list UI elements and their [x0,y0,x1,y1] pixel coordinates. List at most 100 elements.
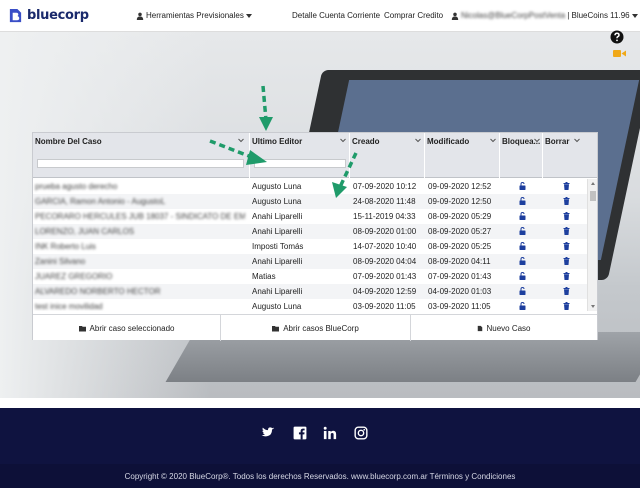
video-icon[interactable] [613,49,626,58]
table-row[interactable]: Zanini Silvano Anahi Liparelli 08-09-2020 … [33,254,587,269]
case-name: ALVAREDO NORBERTO HECTOR [35,287,161,296]
grid-scrollbar[interactable] [587,179,597,311]
open-bluecorp-cases-button[interactable]: Abrir casos BlueCorp [221,315,411,341]
trash-icon[interactable] [563,242,570,250]
case-name: test inice movilidad [35,302,103,311]
brand-name: bluecorp [27,8,89,23]
bluecoins-balance: | BlueCoins 11.96 [567,11,630,20]
table-row[interactable]: INK Roberto Luis Imposti Tomás 14-07-2020 … [33,239,587,254]
created-date: 07-09-2020 01:43 [353,272,417,281]
user-name: Nicolas@BlueCorpPostVenta [461,11,566,20]
unlock-icon[interactable] [519,241,526,250]
table-row[interactable]: JUAREZ GREGORIO Matias 07-09-2020 01:43 07-… [33,269,587,284]
created-date: 07-09-2020 10:12 [353,182,417,191]
col-bloquear[interactable]: Bloquea... [500,133,543,178]
unlock-icon[interactable] [519,301,526,310]
created-date: 14-07-2020 10:40 [353,242,417,251]
last-editor: Imposti Tomás [252,242,304,251]
created-date: 15-11-2019 04:33 [353,212,416,221]
table-row[interactable]: ALVAREDO NORBERTO HECTOR Anahi Liparelli 0… [33,284,587,299]
unlock-icon[interactable] [519,181,526,190]
nav-comprar-credito[interactable]: Comprar Credito [384,11,443,20]
unlock-icon[interactable] [519,286,526,295]
chevron-down-icon[interactable] [489,136,497,144]
copyright-text: Copyright © 2020 BlueCorp®. Todos los de… [124,471,516,481]
table-row[interactable]: GARCIA, Ramon Antonio - AugustoL Augusto … [33,194,587,209]
chevron-down-icon[interactable] [414,136,422,144]
trash-icon[interactable] [563,257,570,265]
scrollbar-thumb[interactable] [590,191,596,201]
social-footer [0,408,640,464]
case-name: Zanini Silvano [35,257,86,266]
nav-detalle-cuenta[interactable]: Detalle Cuenta Corriente [292,11,380,20]
user-icon [136,12,144,20]
caret-down-icon [245,13,252,18]
folder-open-icon [272,325,280,331]
annotation-arrow [332,152,358,198]
created-date: 03-09-2020 11:05 [353,302,416,311]
trash-icon[interactable] [563,212,570,220]
button-label: Abrir caso seleccionado [89,323,175,333]
col-label: Modificado [427,137,470,146]
trash-icon[interactable] [563,302,570,310]
linkedin-icon[interactable] [323,426,337,440]
caret-down-icon [631,13,638,18]
brand-logo-link[interactable]: bluecorp [8,8,89,23]
trash-icon[interactable] [563,272,570,280]
new-case-button[interactable]: Nuevo Caso [411,315,597,341]
case-name: GARCIA, Ramon Antonio - AugustoL [35,197,166,206]
table-row[interactable]: LORENZO, JUAN CARLOS Anahi Liparelli 08-09… [33,224,587,239]
table-row[interactable]: test inice movilidad Augusto Luna 03-09-20… [33,299,587,311]
tools-menu[interactable]: Herramientas Previsionales [136,11,252,20]
chevron-down-icon[interactable] [339,136,347,144]
trash-icon[interactable] [563,227,570,235]
case-name: LORENZO, JUAN CARLOS [35,227,135,236]
modified-date: 08-09-2020 05:27 [428,227,492,236]
case-name: prueba agusto derecho [35,182,118,191]
unlock-icon[interactable] [519,196,526,205]
modified-date: 09-09-2020 12:52 [428,182,492,191]
created-date: 24-08-2020 11:48 [353,197,416,206]
last-editor: Anahi Liparelli [252,287,303,296]
modified-date: 08-09-2020 04:11 [428,257,491,266]
last-editor: Anahi Liparelli [252,257,303,266]
col-label: Nombre Del Caso [35,137,102,146]
twitter-icon[interactable] [261,426,275,440]
modified-date: 09-09-2020 12:50 [428,197,492,206]
user-menu[interactable]: Nicolas@BlueCorpPostVenta | BlueCoins 11… [451,11,638,20]
help-icon[interactable] [610,30,624,44]
unlock-icon[interactable] [519,211,526,220]
copyright-bar: Copyright © 2020 BlueCorp®. Todos los de… [0,464,640,488]
facebook-icon[interactable] [293,426,307,440]
modified-date: 08-09-2020 05:25 [428,242,492,251]
last-editor: Matias [252,272,276,281]
tools-menu-label: Herramientas Previsionales [146,11,244,20]
last-editor: Augusto Luna [252,302,302,311]
open-selected-case-button[interactable]: Abrir caso seleccionado [33,315,221,341]
modified-date: 04-09-2020 01:03 [428,287,492,296]
annotation-arrow [259,85,273,131]
col-creado[interactable]: Creado [350,133,425,178]
trash-icon[interactable] [563,182,570,190]
created-date: 08-09-2020 01:00 [353,227,417,236]
modified-date: 03-09-2020 11:05 [428,302,491,311]
col-modificado[interactable]: Modificado [425,133,500,178]
col-label: Creado [352,137,380,146]
unlock-icon[interactable] [519,256,526,265]
grid-body: prueba agusto derecho Augusto Luna 07-09-2… [33,179,587,311]
case-name: INK Roberto Luis [35,242,96,251]
unlock-icon[interactable] [519,226,526,235]
instagram-icon[interactable] [354,426,368,440]
trash-icon[interactable] [563,287,570,295]
unlock-icon[interactable] [519,271,526,280]
table-row[interactable]: PECORARO HERCULES JUB 18037 - SINDICATO … [33,209,587,224]
top-navbar: bluecorp Herramientas Previsionales Deta… [0,0,640,32]
col-borrar[interactable]: Borrar [543,133,597,178]
modified-date: 07-09-2020 01:43 [428,272,492,281]
col-label: Borrar [545,137,570,146]
table-row[interactable]: prueba agusto derecho Augusto Luna 07-09-2… [33,179,587,194]
chevron-down-icon[interactable] [533,136,541,144]
grid-header: Nombre Del Caso Ultimo Editor Creado Mod… [33,133,597,178]
trash-icon[interactable] [563,197,570,205]
chevron-down-icon[interactable] [573,136,581,144]
